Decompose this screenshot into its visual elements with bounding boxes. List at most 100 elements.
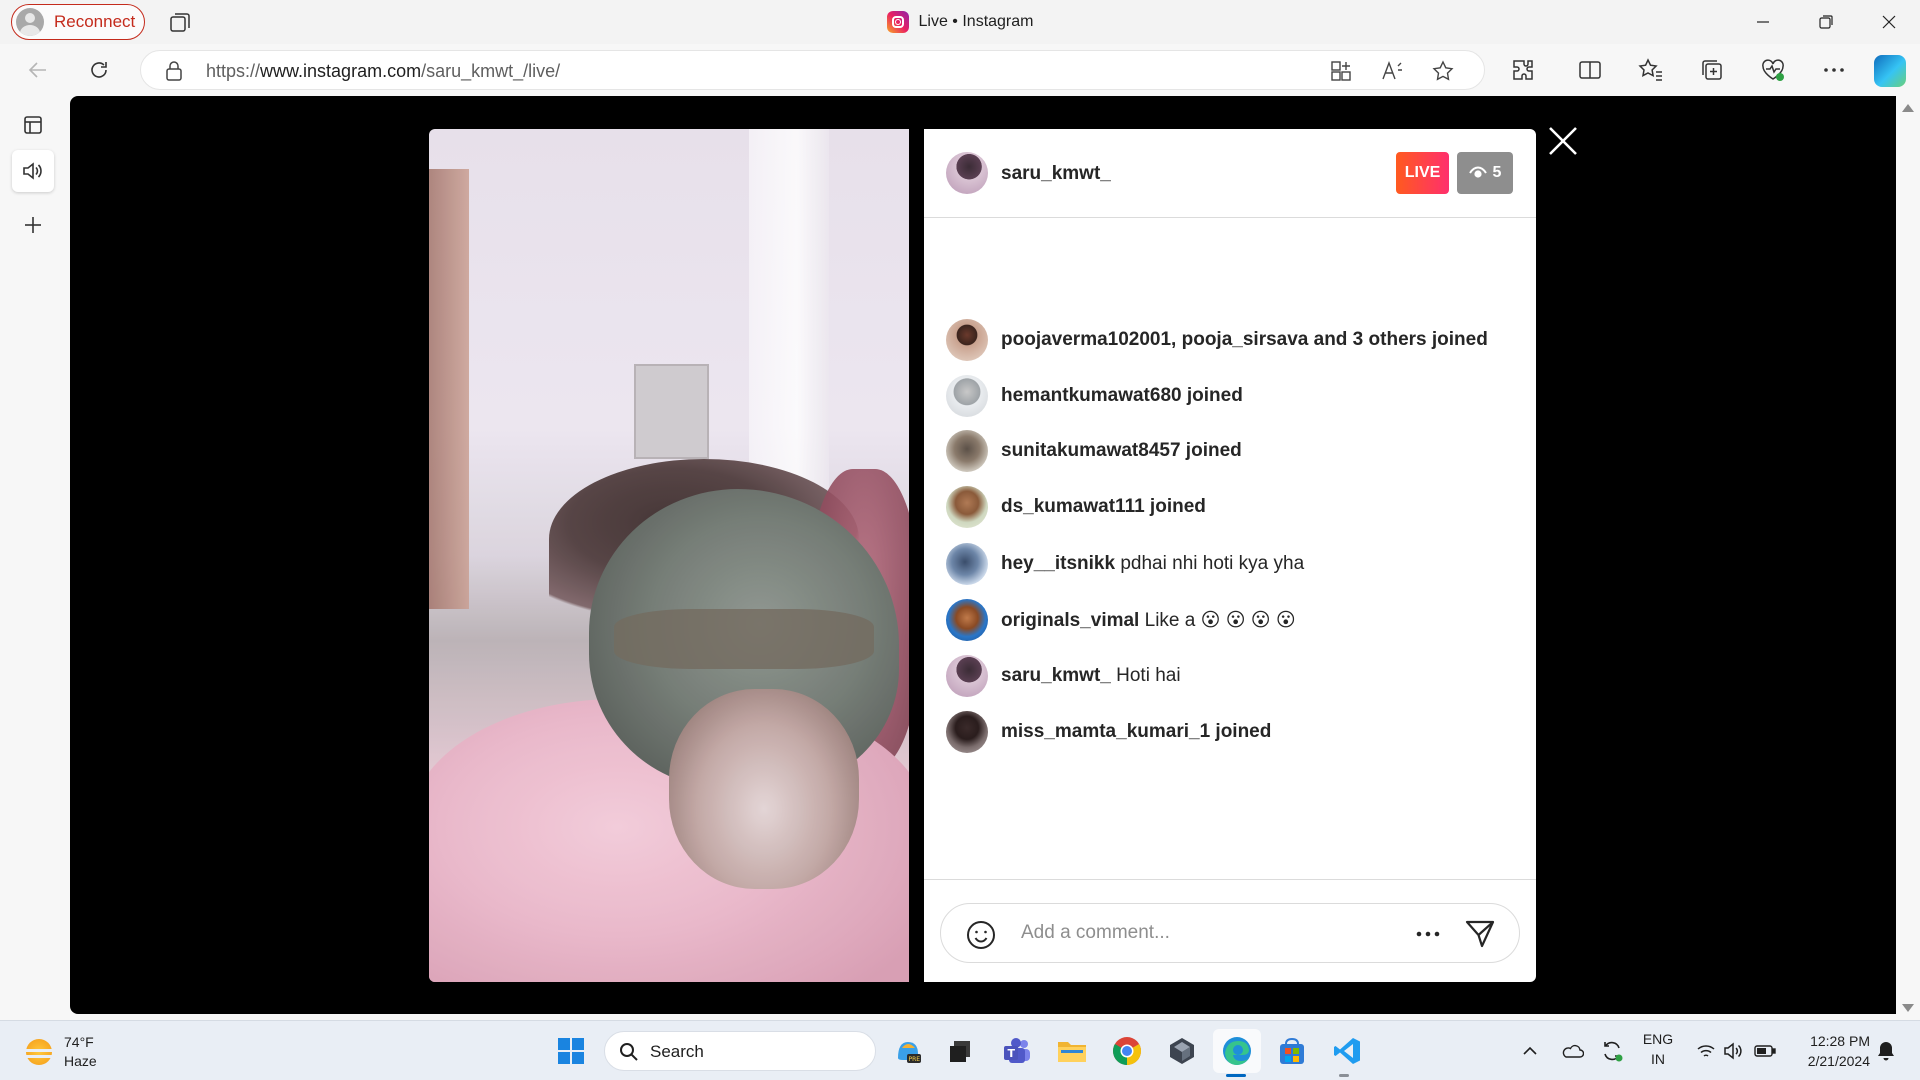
- comment-username[interactable]: originals_vimal: [1001, 610, 1139, 631]
- commenter-avatar[interactable]: [946, 319, 988, 361]
- chrome-icon[interactable]: [1109, 1033, 1145, 1069]
- url-prefix: https://: [206, 61, 261, 81]
- comment-content: sunitakumawat8457 joined: [1001, 440, 1242, 462]
- emoji-icon[interactable]: [965, 919, 997, 956]
- eye-icon: [1468, 166, 1487, 178]
- start-windows-icon[interactable]: [553, 1033, 589, 1069]
- system-clock[interactable]: 12:28 PM 2/21/2024: [1790, 1031, 1870, 1071]
- commenter-avatar[interactable]: [946, 430, 988, 472]
- dark-app-icon[interactable]: [1164, 1033, 1200, 1069]
- file-explorer-icon[interactable]: [1054, 1033, 1090, 1069]
- task-view-icon[interactable]: [942, 1033, 978, 1069]
- comment-username[interactable]: miss_mamta_kumari_1 joined: [1001, 721, 1271, 742]
- comment-input[interactable]: [1021, 916, 1401, 950]
- comment-content: poojaverma102001, pooja_sirsava and 3 ot…: [1001, 329, 1488, 351]
- weather-condition: Haze: [64, 1053, 97, 1069]
- edge-icon[interactable]: [1219, 1033, 1255, 1069]
- title-bar: Reconnect: [0, 0, 1920, 44]
- extensions-icon[interactable]: [1509, 56, 1537, 84]
- commenter-avatar[interactable]: [946, 655, 988, 697]
- sync-icon[interactable]: [1594, 1033, 1630, 1069]
- copilot-preview-icon[interactable]: PRE: [890, 1033, 926, 1069]
- minimize-button[interactable]: [1731, 0, 1794, 44]
- lock-icon[interactable]: [165, 61, 183, 86]
- more-options-icon[interactable]: [1413, 922, 1443, 946]
- commenter-avatar[interactable]: [946, 711, 988, 753]
- live-badge: LIVE: [1396, 152, 1449, 194]
- comment-item: miss_mamta_kumari_1 joined: [946, 711, 1516, 753]
- comment-username[interactable]: hemantkumawat680 joined: [1001, 385, 1243, 406]
- onedrive-icon[interactable]: [1554, 1033, 1590, 1069]
- host-avatar[interactable]: [946, 152, 988, 194]
- favorites-icon[interactable]: [1637, 56, 1665, 84]
- weather-widget[interactable]: 74°F Haze: [20, 1033, 140, 1071]
- vertical-tabs-icon[interactable]: [12, 104, 54, 146]
- profile-avatar-icon: [16, 8, 44, 36]
- comment-username[interactable]: poojaverma102001, pooja_sirsava and 3 ot…: [1001, 329, 1488, 350]
- comment-content: saru_kmwt_ Hoti hai: [1001, 665, 1181, 687]
- volume-icon[interactable]: [1715, 1033, 1751, 1069]
- url-text[interactable]: https://www.instagram.com/saru_kmwt_/liv…: [206, 61, 560, 82]
- browser-essentials-icon[interactable]: [1759, 56, 1787, 84]
- show-hidden-icons-chevron-icon[interactable]: [1512, 1033, 1548, 1069]
- comment-content: originals_vimal Like a 😮 😮 😮 😮: [1001, 609, 1296, 632]
- edge-sidebar: [0, 96, 70, 1022]
- back-button[interactable]: [22, 54, 54, 86]
- language-top[interactable]: ENG: [1640, 1031, 1676, 1047]
- comment-content: hemantkumawat680 joined: [1001, 385, 1243, 407]
- commenter-avatar[interactable]: [946, 486, 988, 528]
- comment-footer: [924, 879, 1536, 982]
- store-icon[interactable]: [1274, 1033, 1310, 1069]
- language-bottom[interactable]: IN: [1640, 1051, 1676, 1067]
- comment-text: Like a 😮 😮 😮 😮: [1144, 609, 1296, 631]
- comment-item: saru_kmwt_ Hoti hai: [946, 655, 1516, 697]
- copilot-icon[interactable]: [1874, 55, 1906, 87]
- notification-bell-icon[interactable]: [1868, 1033, 1904, 1069]
- collections-icon[interactable]: [1698, 56, 1726, 84]
- reconnect-button[interactable]: Reconnect: [11, 4, 145, 40]
- app-available-icon[interactable]: [1329, 59, 1353, 83]
- comment-composer: [940, 903, 1520, 963]
- close-live-icon[interactable]: [1546, 124, 1580, 158]
- viewer-count-badge[interactable]: 5: [1457, 152, 1513, 194]
- vscode-icon[interactable]: [1329, 1033, 1365, 1069]
- battery-icon[interactable]: [1747, 1033, 1783, 1069]
- add-button[interactable]: [12, 204, 54, 246]
- commenter-avatar[interactable]: [946, 599, 988, 641]
- close-window-button[interactable]: [1857, 0, 1920, 44]
- comment-username[interactable]: ds_kumawat111 joined: [1001, 496, 1206, 517]
- send-icon[interactable]: [1464, 918, 1496, 955]
- comment-username[interactable]: hey__itsnikk: [1001, 553, 1115, 574]
- audio-tab-icon[interactable]: [12, 150, 54, 192]
- split-screen-icon[interactable]: [1576, 56, 1604, 84]
- teams-icon[interactable]: T: [999, 1033, 1035, 1069]
- live-video-frame[interactable]: [429, 129, 909, 982]
- live-stream-viewer: saru_kmwt_ LIVE 5 poojaverma102001, pooj…: [70, 96, 1896, 1014]
- comment-item: poojaverma102001, pooja_sirsava and 3 ot…: [946, 319, 1516, 361]
- search-icon: [619, 1042, 639, 1067]
- comment-username[interactable]: sunitakumawat8457 joined: [1001, 440, 1242, 461]
- live-chat-panel: saru_kmwt_ LIVE 5 poojaverma102001, pooj…: [924, 129, 1536, 982]
- address-bar[interactable]: https://www.instagram.com/saru_kmwt_/liv…: [140, 50, 1485, 90]
- read-aloud-icon[interactable]: [1381, 59, 1405, 83]
- page-scrollbar[interactable]: [1896, 96, 1920, 1022]
- reconnect-label: Reconnect: [54, 12, 136, 31]
- host-username[interactable]: saru_kmwt_: [1001, 163, 1111, 185]
- comment-username[interactable]: saru_kmwt_: [1001, 665, 1111, 686]
- commenter-avatar[interactable]: [946, 543, 988, 585]
- restore-button[interactable]: [1794, 0, 1857, 44]
- commenter-avatar[interactable]: [946, 375, 988, 417]
- taskbar-search[interactable]: Search: [604, 1031, 876, 1071]
- tab-actions-icon[interactable]: [168, 10, 192, 34]
- favorite-star-icon[interactable]: [1431, 59, 1455, 83]
- search-label: Search: [650, 1042, 704, 1061]
- scroll-up-arrow-icon[interactable]: [1902, 104, 1914, 112]
- scroll-down-arrow-icon[interactable]: [1902, 1004, 1914, 1012]
- comment-text: pdhai nhi hoti kya yha: [1120, 553, 1305, 574]
- comment-content: ds_kumawat111 joined: [1001, 496, 1206, 518]
- refresh-button[interactable]: [83, 54, 115, 86]
- more-menu-icon[interactable]: [1820, 56, 1848, 84]
- video-overlay: [429, 129, 909, 982]
- comment-item: originals_vimal Like a 😮 😮 😮 😮: [946, 599, 1516, 641]
- navigation-bar: https://www.instagram.com/saru_kmwt_/liv…: [0, 44, 1920, 96]
